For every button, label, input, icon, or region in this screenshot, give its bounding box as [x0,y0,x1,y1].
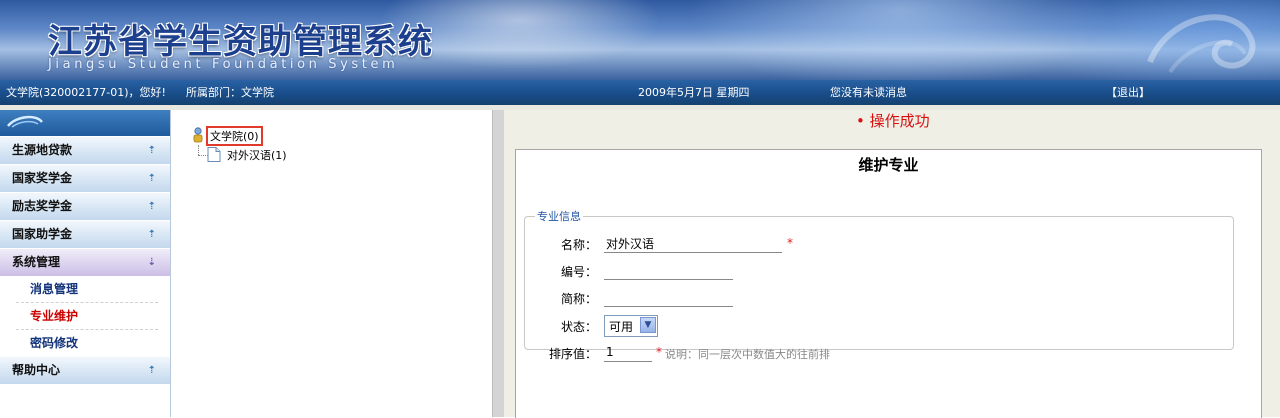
sidebar-item-label: 生源地贷款 [12,143,73,157]
name-label: 名称： [560,238,597,252]
short-name-label: 简称： [560,292,597,306]
tree-node-label[interactable]: 对外汉语(1) [227,147,287,163]
major-info-fieldset: 专业信息 名称： * 编号： 简称： 状态： 可用 [524,208,1234,362]
chevron-up-icon: ⇡ [147,201,156,212]
short-name-row: 简称： [525,288,1225,308]
user-greeting: 文学院(320002177-01)，您好! [6,86,166,99]
user-folder-icon [193,127,203,143]
sidebar-item-help-center[interactable]: 帮助中心 ⇡ [0,357,170,384]
chevron-up-icon: ⇡ [147,173,156,184]
maintain-major-form: 维护专业 专业信息 名称： * 编号： 简称： 状态： [515,149,1262,418]
status-bar: 文学院(320002177-01)，您好! 所属部门：文学院 2009年5月7日… [0,80,1280,105]
form-title: 维护专业 [858,156,919,174]
logout-link[interactable]: 【退出】 [1106,80,1150,105]
department-label: 所属部门：文学院 [186,86,274,99]
short-name-input[interactable] [604,288,733,307]
sidebar: 生源地贷款 ⇡ 国家奖学金 ⇡ 励志奖学金 ⇡ 国家助学金 ⇡ 系统管理 ⇣ 消… [0,110,171,417]
current-date: 2009年5月7日 星期四 [638,86,750,99]
status-select-value: 可用 [609,320,634,334]
swirl-logo-icon [1147,14,1256,74]
unread-messages[interactable]: 您没有未读消息 [830,80,907,105]
fieldset-legend: 专业信息 [537,210,581,223]
document-icon [207,147,221,162]
header-banner: 江苏省学生资助管理系统 Jiangsu Student Foundation S… [0,0,1280,80]
code-input[interactable] [604,261,733,280]
success-message: • 操作成功 [856,112,930,130]
status-select[interactable]: 可用 ▼ [604,315,658,337]
tree-panel: 文学院(0) 对外汉语(1) [171,110,492,417]
sidebar-header [0,110,170,136]
sidebar-item-label: 帮助中心 [12,363,61,377]
sidebar-subitem-message-management[interactable]: 消息管理 [16,276,158,303]
tree-root-label[interactable]: 文学院(0) [206,126,263,146]
name-row: 名称： * [525,234,1225,254]
sidebar-item-national-scholarship[interactable]: 国家奖学金 ⇡ [0,165,170,192]
code-row: 编号： [525,261,1225,281]
system-subtitle: Jiangsu Student Foundation System [48,57,399,72]
chevron-down-icon[interactable]: ▼ [640,317,656,333]
required-mark: * [787,236,793,250]
status-row: 状态： 可用 ▼ [525,315,1225,337]
order-note: 说明：同一层次中数值大的往前排 [665,348,830,361]
chevron-up-icon: ⇡ [147,365,156,376]
sidebar-item-label: 励志奖学金 [12,199,73,213]
tree-connector [198,145,199,155]
sidebar-item-system-management[interactable]: 系统管理 ⇣ [0,249,170,276]
sidebar-item-inspiration-scholarship[interactable]: 励志奖学金 ⇡ [0,193,170,220]
sidebar-item-label: 系统管理 [12,255,61,269]
chevron-up-icon: ⇡ [147,145,156,156]
order-row: 排序值： * 说明：同一层次中数值大的往前排 [525,343,1225,363]
main-content: • 操作成功 维护专业 专业信息 名称： * 编号： 简称： 状 [504,110,1280,418]
name-input[interactable] [604,234,782,253]
system-title: 江苏省学生资助管理系统 [48,22,433,62]
chevron-up-icon: ⇡ [147,229,156,240]
sidebar-subitem-password-change[interactable]: 密码修改 [16,330,158,356]
sidebar-item-label: 国家奖学金 [12,171,73,185]
sidebar-item-source-loan[interactable]: 生源地贷款 ⇡ [0,137,170,164]
status-label: 状态： [560,320,597,334]
order-label: 排序值： [548,347,597,361]
order-input[interactable] [604,343,652,362]
required-mark: * [656,345,662,359]
chevron-down-icon: ⇣ [147,257,156,268]
sidebar-subitem-major-maintenance[interactable]: 专业维护 [16,303,158,330]
sidebar-item-national-grant[interactable]: 国家助学金 ⇡ [0,221,170,248]
sidebar-swirl-icon [7,115,43,128]
sidebar-item-label: 国家助学金 [12,227,73,241]
code-label: 编号： [560,265,597,279]
